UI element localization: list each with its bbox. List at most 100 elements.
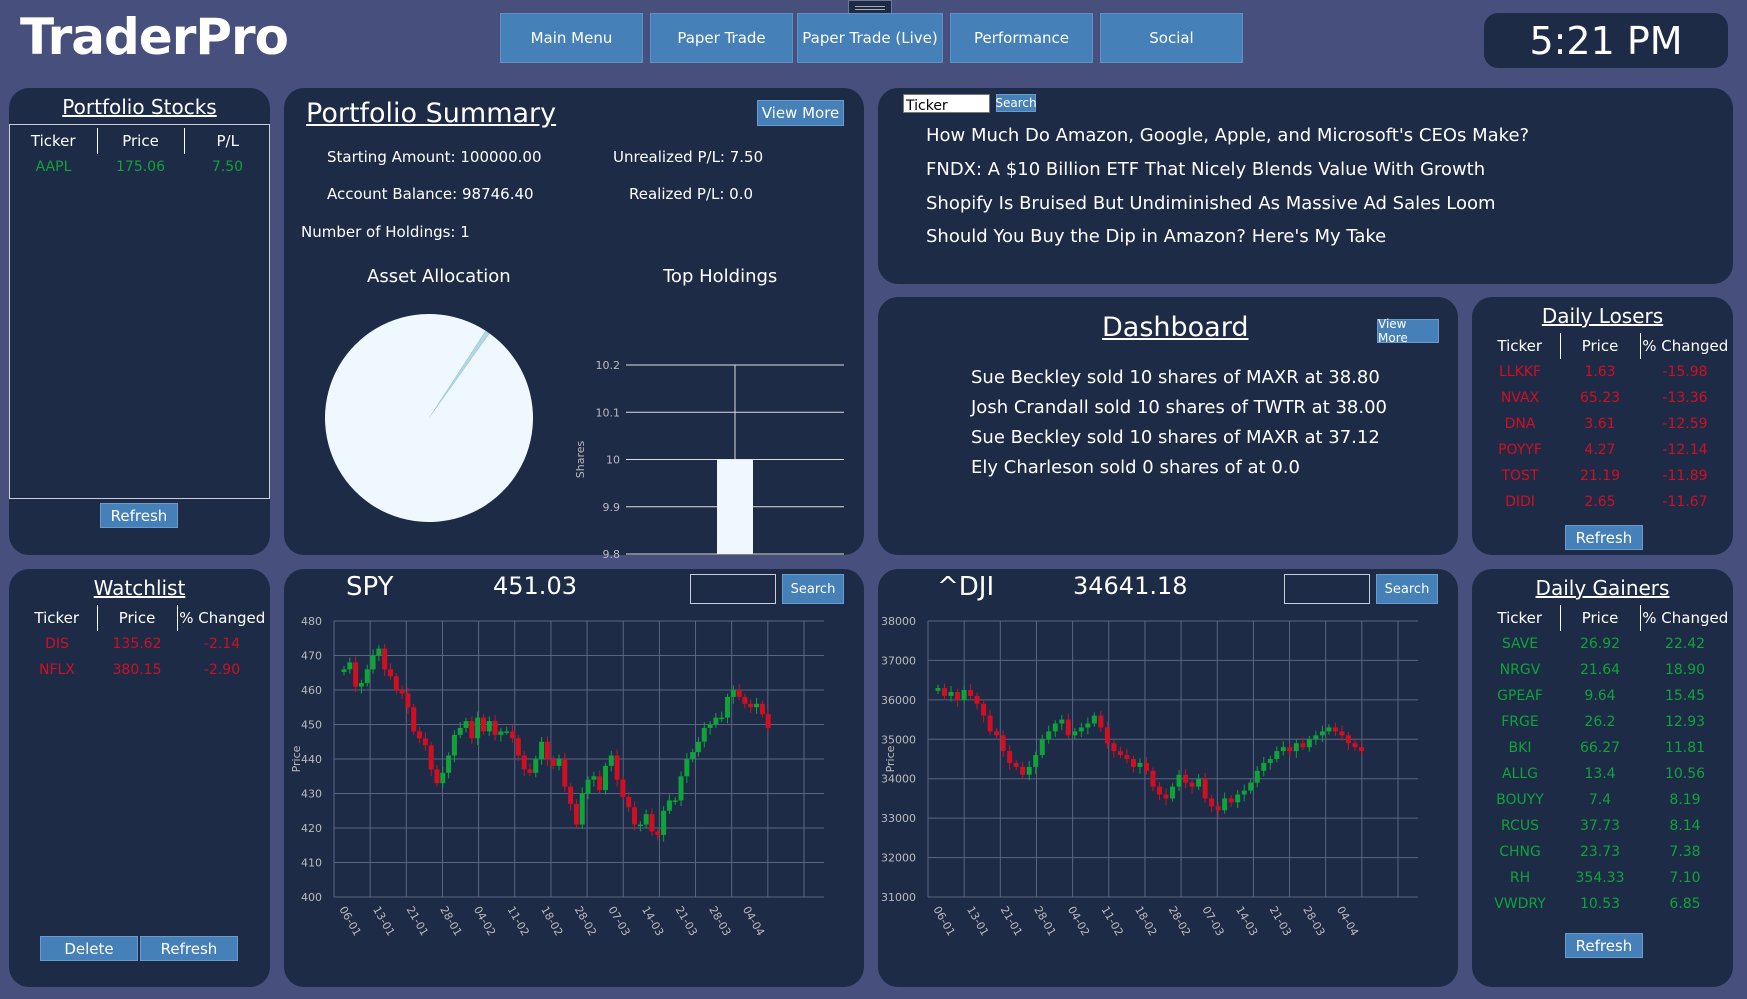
candle-body	[480, 717, 486, 732]
candle-body	[1065, 719, 1071, 736]
cell-ticker: GPEAF	[1497, 688, 1543, 704]
portfolio-refresh-button[interactable]: Refresh	[100, 503, 178, 528]
y-tick-label: 450	[301, 719, 322, 732]
candle-body	[935, 688, 941, 691]
unrealized-pl: Unrealized P/L: 7.50	[613, 148, 764, 166]
x-tick-label: 07-03	[1199, 904, 1226, 938]
summary-view-more-button[interactable]: View More	[757, 100, 844, 126]
nav-paper-trade[interactable]: Paper Trade	[650, 13, 793, 63]
spy-search-button[interactable]: Search	[782, 574, 844, 604]
candle-body	[387, 669, 393, 677]
candle-body	[643, 814, 649, 825]
x-tick-label: 21-01	[998, 904, 1025, 938]
table-row[interactable]: GPEAF 9.64 15.45	[1480, 683, 1730, 709]
y-tick-label: 470	[301, 650, 322, 663]
news-item[interactable]: Should You Buy the Dip in Amazon? Here's…	[926, 226, 1386, 247]
cell-price: 66.27	[1579, 740, 1621, 756]
watchlist-delete-button[interactable]: Delete	[40, 936, 138, 961]
nav-paper-trade-live[interactable]: Paper Trade (Live)	[797, 13, 943, 63]
candle-body	[1026, 766, 1032, 775]
candle-body	[1059, 719, 1065, 724]
table-row[interactable]: VWDRY 10.53 6.85	[1480, 891, 1730, 917]
candle-body	[987, 715, 993, 732]
table-row[interactable]: LLKKF 1.63 -15.98	[1480, 359, 1730, 385]
col-ticker: Ticker	[30, 132, 76, 150]
candle-body	[1196, 778, 1202, 787]
drag-handle[interactable]	[848, 0, 892, 14]
table-row[interactable]: RH 354.33 7.10	[1480, 865, 1730, 891]
asset-allocation-title: Asset Allocation	[367, 266, 511, 287]
table-row[interactable]: POYYF 4.27 -12.14	[1480, 437, 1730, 463]
news-item[interactable]: How Much Do Amazon, Google, Apple, and M…	[926, 125, 1529, 146]
table-row[interactable]: NFLX 380.15 -2.90	[17, 657, 267, 683]
candle-body	[1248, 782, 1254, 791]
spy-chart-panel: SPY 451.03 Search 400 410 420 430 440 450 460 4…	[284, 569, 864, 987]
table-row[interactable]: BKI 66.27 11.81	[1480, 735, 1730, 761]
nav-main-menu[interactable]: Main Menu	[500, 13, 643, 63]
table-row[interactable]: NVAX 65.23 -13.36	[1480, 385, 1730, 411]
news-search-button[interactable]: Search	[995, 94, 1037, 112]
y-tick-label: 400	[301, 891, 322, 904]
candle-body	[1261, 762, 1267, 771]
dashboard-item: Josh Crandall sold 10 shares of TWTR at …	[971, 397, 1388, 418]
spy-candlestick-chart: 400 410 420 430 440 450 460 470 480 06-01 13-01 21-…	[290, 615, 824, 938]
candle-body	[632, 807, 638, 825]
cell-ticker: CHNG	[1499, 844, 1541, 860]
table-row[interactable]: FRGE 26.2 12.93	[1480, 709, 1730, 735]
candle-body	[1300, 743, 1306, 748]
table-row[interactable]: NRGV 21.64 18.90	[1480, 657, 1730, 683]
col-changed: % Changed	[1639, 333, 1730, 359]
dji-price: 34641.18	[1073, 572, 1188, 600]
bar	[717, 459, 753, 554]
table-row[interactable]: DIS 135.62 -2.14	[17, 631, 267, 657]
candle-body	[347, 662, 353, 670]
nav-social[interactable]: Social	[1100, 13, 1243, 63]
candle-body	[1235, 794, 1241, 803]
losers-refresh-button[interactable]: Refresh	[1565, 525, 1643, 550]
col-changed: % Changed	[1639, 605, 1730, 631]
candle-body	[486, 721, 492, 732]
cell-price: 2.65	[1584, 494, 1616, 510]
watchlist-refresh-button[interactable]: Refresh	[140, 936, 238, 961]
table-row[interactable]: BOUYY 7.4 8.19	[1480, 787, 1730, 813]
candle-body	[672, 800, 678, 802]
candle-body	[968, 690, 974, 696]
table-row[interactable]: RCUS 37.73 8.14	[1480, 813, 1730, 839]
candle-body	[942, 688, 948, 696]
table-row[interactable]: AAPL 175.06 7.50	[10, 154, 271, 180]
x-tick-label: 28-03	[1300, 904, 1327, 938]
candle-body	[544, 741, 550, 759]
cell-pl: 7.50	[211, 159, 244, 175]
dashboard-view-more-button[interactable]: View More	[1377, 317, 1439, 345]
spy-search-input[interactable]	[690, 574, 776, 604]
daily-losers-title: Daily Losers	[1541, 304, 1664, 328]
asset-allocation-pie	[324, 313, 533, 522]
table-row[interactable]: CHNG 23.73 7.38	[1480, 839, 1730, 865]
table-row[interactable]: SAVE 26.92 22.42	[1480, 631, 1730, 657]
candle-body	[713, 717, 719, 725]
news-item[interactable]: FNDX: A $10 Billion ETF That Nicely Blen…	[926, 159, 1485, 180]
table-row[interactable]: DNA 3.61 -12.59	[1480, 411, 1730, 437]
candle-body	[1280, 747, 1286, 752]
gainers-refresh-button[interactable]: Refresh	[1565, 933, 1643, 958]
candle-body	[417, 731, 423, 739]
nav-performance[interactable]: Performance	[950, 13, 1093, 63]
table-row[interactable]: ALLG 13.4 10.56	[1480, 761, 1730, 787]
candle-body	[393, 676, 399, 690]
cell-price: 7.4	[1588, 792, 1612, 808]
x-tick-label: 11-02	[1099, 904, 1126, 938]
candle-body	[370, 655, 376, 670]
candle-body	[1013, 762, 1019, 767]
candle-body	[701, 727, 707, 742]
news-item[interactable]: Shopify Is Bruised But Undiminished As M…	[926, 193, 1496, 214]
table-row[interactable]: DIDI 2.65 -11.67	[1480, 489, 1730, 515]
dji-search-input[interactable]	[1284, 574, 1370, 604]
candle-body	[515, 738, 521, 756]
dji-search-button[interactable]: Search	[1376, 574, 1438, 604]
dashboard-title: Dashboard	[1102, 312, 1249, 343]
cell-ticker: AAPL	[35, 159, 72, 175]
table-row[interactable]: TOST 21.19 -11.89	[1480, 463, 1730, 489]
y-tick-label: 37000	[881, 654, 916, 667]
candle-body	[376, 648, 382, 656]
news-ticker-input[interactable]: Ticker	[903, 94, 990, 114]
